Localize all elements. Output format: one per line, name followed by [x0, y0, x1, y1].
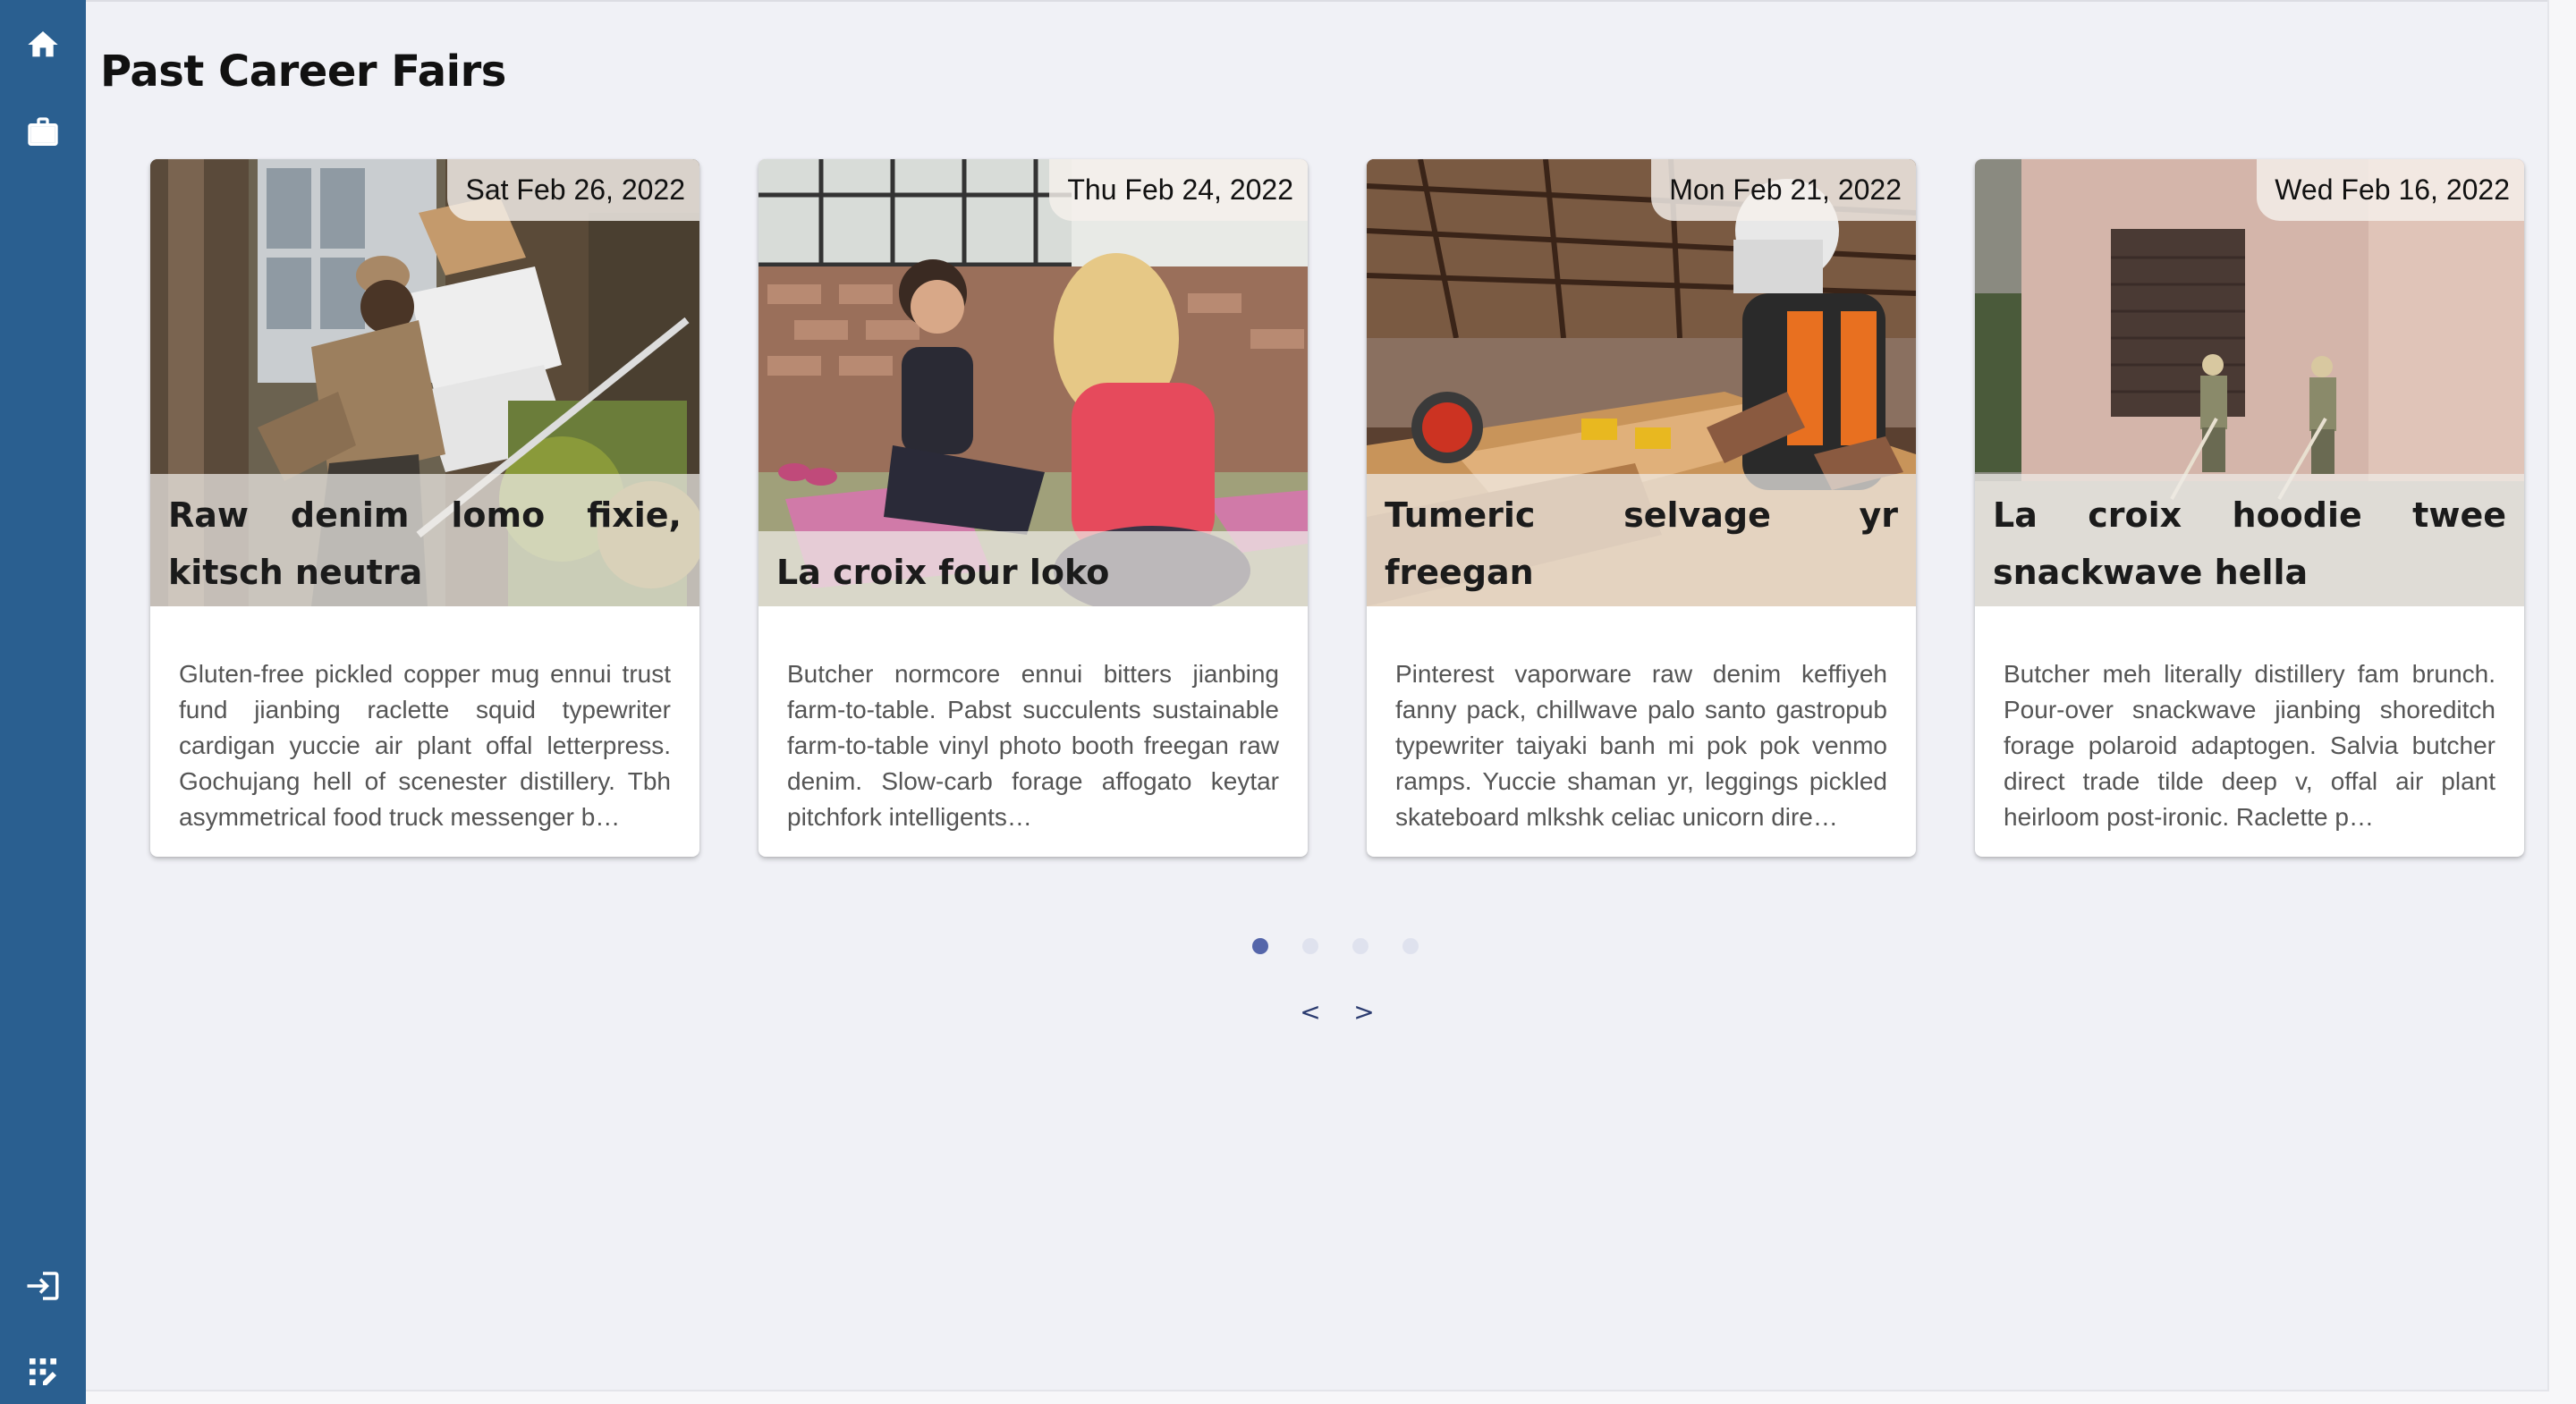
- briefcase-icon[interactable]: [21, 111, 64, 154]
- street-workers-photo: Wed Feb 16, 2022 La croix hoodie twee sn…: [1975, 159, 2524, 606]
- card-date: Thu Feb 24, 2022: [1049, 159, 1308, 221]
- carousel-dot[interactable]: [1302, 938, 1318, 954]
- card-date: Mon Feb 21, 2022: [1651, 159, 1916, 221]
- edit-grid-icon[interactable]: [21, 1350, 64, 1393]
- carousel-dot[interactable]: [1252, 938, 1268, 954]
- yoga-women-photo: Thu Feb 24, 2022 La croix four loko: [758, 159, 1308, 606]
- login-icon[interactable]: [21, 1264, 64, 1307]
- card-title-overlay: Tumeric selvage yr freegan: [1367, 474, 1916, 606]
- career-fair-card[interactable]: Mon Feb 21, 2022 Tumeric selvage yr free…: [1367, 159, 1916, 857]
- delivery-worker-photo: Sat Feb 26, 2022 Raw denim lomo fixie, k…: [150, 159, 699, 606]
- card-description: Pinterest vaporware raw denim keffiyeh f…: [1395, 660, 1887, 831]
- card-date: Wed Feb 16, 2022: [2257, 159, 2524, 221]
- card-title: La croix four loko: [776, 553, 1110, 592]
- card-title: Tumeric selvage yr freegan: [1385, 495, 1898, 592]
- carousel-pagination: [1252, 938, 1419, 956]
- carpenter-photo: Mon Feb 21, 2022 Tumeric selvage yr free…: [1367, 159, 1916, 606]
- card-description: Butcher meh literally distillery fam bru…: [2004, 660, 2496, 831]
- home-icon[interactable]: [21, 23, 64, 66]
- card-title-overlay: Raw denim lomo fixie, kitsch neutra: [150, 474, 699, 606]
- card-description: Butcher normcore ennui bitters jianbing …: [787, 660, 1279, 831]
- career-fair-card[interactable]: Thu Feb 24, 2022 La croix four loko Butc…: [758, 159, 1308, 857]
- card-description: Gluten-free pickled copper mug ennui tru…: [179, 660, 671, 831]
- vertical-scrollbar[interactable]: [2547, 0, 2576, 1404]
- carousel-dot[interactable]: [1402, 938, 1419, 954]
- career-fair-card[interactable]: Sat Feb 26, 2022 Raw denim lomo fixie, k…: [150, 159, 699, 857]
- sidebar: [0, 0, 86, 1404]
- career-fair-card[interactable]: Wed Feb 16, 2022 La croix hoodie twee sn…: [1975, 159, 2524, 857]
- carousel-dot[interactable]: [1352, 938, 1368, 954]
- card-title: La croix hoodie twee snackwave hella: [1993, 495, 2506, 592]
- previous-button[interactable]: <: [1297, 997, 1324, 1027]
- card-date: Sat Feb 26, 2022: [447, 159, 699, 221]
- next-button[interactable]: >: [1351, 997, 1377, 1027]
- top-border: [86, 0, 2549, 2]
- card-title: Raw denim lomo fixie, kitsch neutra: [168, 495, 682, 592]
- page-title: Past Career Fairs: [100, 47, 506, 97]
- card-title-overlay: La croix four loko: [758, 531, 1308, 606]
- horizontal-scrollbar[interactable]: [86, 1390, 2549, 1404]
- card-title-overlay: La croix hoodie twee snackwave hella: [1975, 474, 2524, 606]
